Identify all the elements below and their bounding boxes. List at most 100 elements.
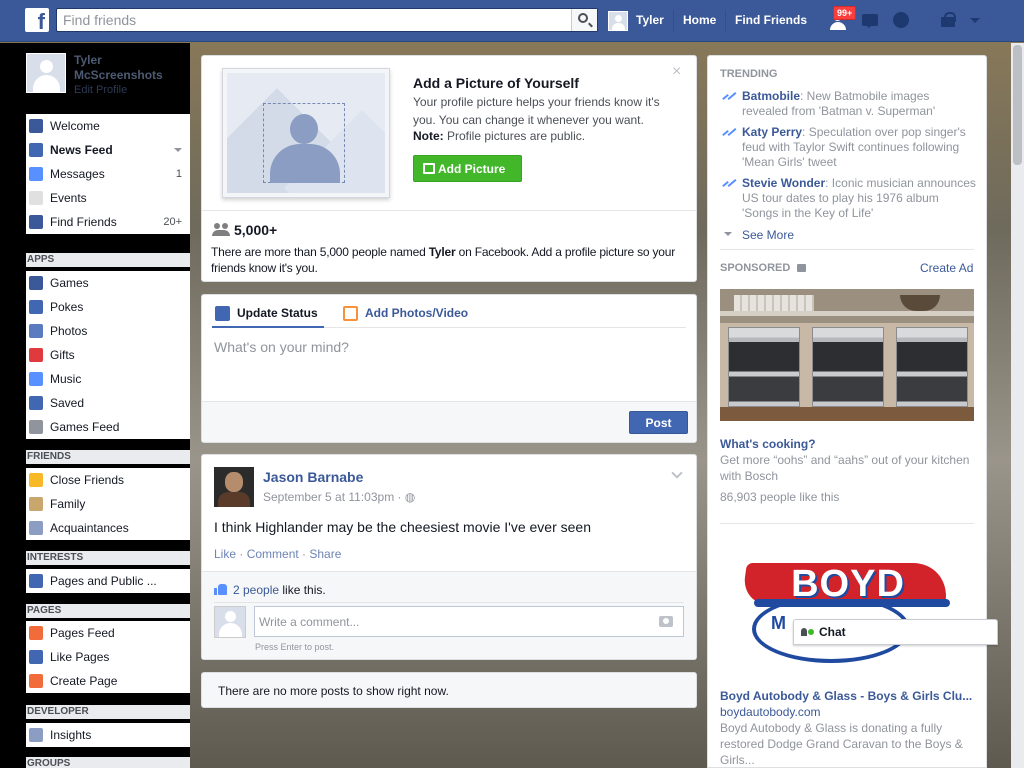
tab-update-status[interactable]: Update Status (215, 306, 318, 321)
sidebar-item-welcome[interactable]: Welcome (26, 114, 190, 138)
nav-find-friends-link[interactable]: Find Friends (735, 13, 807, 27)
profile-picture-placeholder[interactable] (222, 68, 390, 198)
search-input[interactable] (57, 9, 567, 31)
tab-label: Add Photos/Video (365, 306, 469, 320)
sidebar-item-music[interactable]: Music (26, 367, 190, 391)
ad-title[interactable]: Boyd Autobody & Glass - Boys & Girls Clu… (720, 689, 976, 703)
share-button[interactable]: Share (309, 547, 341, 561)
sidebar-item-news-feed[interactable]: News Feed (26, 138, 190, 162)
sidebar-item-saved[interactable]: Saved (26, 391, 190, 415)
sidebar-item-messages[interactable]: Messages 1 (26, 162, 190, 186)
sidebar-item-pages-and-public[interactable]: Pages and Public ... (26, 569, 190, 593)
sidebar-item-acquaintances[interactable]: Acquaintances (26, 516, 190, 540)
add-picture-button[interactable]: Add Picture (413, 155, 522, 182)
sidebar-apps-title: APPS (26, 253, 190, 267)
ad-title[interactable]: What's cooking? (720, 437, 976, 451)
sidebar-item-label: Pages Feed (50, 626, 115, 640)
tab-add-photos[interactable]: Add Photos/Video (343, 306, 469, 321)
sponsored-title: SPONSORED (720, 262, 791, 274)
status-input[interactable] (214, 339, 684, 389)
sidebar-item-label: Insights (50, 728, 92, 742)
nav-home-link[interactable]: Home (683, 13, 716, 27)
post-timestamp[interactable]: September 5 at 11:03pm · ◍ (263, 490, 415, 504)
add-picture-label: Add Picture (438, 161, 506, 176)
facebook-logo-icon[interactable]: f (25, 8, 49, 32)
likes-suffix: like this. (279, 583, 326, 597)
camera-icon[interactable] (659, 616, 673, 627)
nav-profile-link[interactable] (608, 10, 628, 32)
sidebar-item-pages-feed[interactable]: Pages Feed (26, 621, 190, 645)
notifications-globe-icon[interactable] (891, 10, 913, 32)
create-ad-link[interactable]: Create Ad (920, 261, 973, 275)
post-options-chevron-down-icon[interactable] (671, 467, 683, 479)
privacy-shortcuts-icon[interactable] (937, 10, 959, 32)
see-more-link[interactable]: See More (742, 228, 794, 242)
post-text: I think Highlander may be the cheesiest … (214, 519, 591, 535)
ad-image-kitchen[interactable] (720, 289, 974, 421)
tab-label: Update Status (237, 306, 318, 320)
camera-icon (343, 306, 358, 321)
sidebar-item-gifts[interactable]: Gifts (26, 343, 190, 367)
post-button[interactable]: Post (629, 411, 688, 434)
saved-icon (29, 396, 43, 410)
sidebar-item-games[interactable]: Games (26, 271, 190, 295)
sidebar-friends: Close Friends Family Acquaintances (26, 468, 190, 540)
chat-tab[interactable]: Chat (793, 619, 998, 645)
post-feedback: 2 people like this. Press Enter to post. (202, 571, 696, 659)
comment-input[interactable] (255, 607, 650, 636)
card-title: Add a Picture of Yourself (413, 75, 579, 91)
trending-topic[interactable]: Stevie Wonder (742, 176, 825, 190)
sidebar-item-like-pages[interactable]: Like Pages (26, 645, 190, 669)
active-tab-indicator (212, 326, 324, 328)
note-text: Profile pictures are public. (443, 129, 586, 143)
trending-item[interactable]: Stevie Wonder: Iconic musician announces… (720, 176, 976, 221)
sidebar-item-events[interactable]: Events (26, 186, 190, 210)
messages-icon[interactable] (860, 10, 882, 32)
page-scrollbar[interactable] (1011, 43, 1024, 768)
post-author[interactable]: Jason Barnabe (263, 469, 363, 485)
trending-arrow-icon (722, 92, 737, 101)
sidebar-item-close-friends[interactable]: Close Friends (26, 468, 190, 492)
pages-feed-icon (29, 626, 43, 640)
sidebar-item-insights[interactable]: Insights (26, 723, 190, 747)
edit-profile-link[interactable]: Edit Profile (74, 84, 127, 96)
sidebar-item-create-page[interactable]: Create Page (26, 669, 190, 693)
sidebar-item-family[interactable]: Family (26, 492, 190, 516)
ad-logo-boyd[interactable]: BOYD M (741, 555, 951, 665)
trending-topic[interactable]: Katy Perry (742, 125, 802, 139)
ad-url[interactable]: boydautobody.com (720, 705, 821, 719)
nav-divider (673, 10, 674, 32)
sidebar-item-count: 1 (175, 168, 182, 180)
sidebar-item-label: Photos (50, 324, 88, 338)
search-icon (578, 13, 588, 23)
profile-avatar[interactable] (26, 53, 66, 93)
trending-item[interactable]: Batmobile: New Batmobile images revealed… (720, 89, 976, 119)
insights-icon (29, 728, 43, 742)
scrollbar-thumb[interactable] (1013, 45, 1022, 165)
music-icon (29, 372, 43, 386)
feed-end-message: There are no more posts to show right no… (201, 672, 697, 708)
nav-user-name[interactable]: Tyler (636, 13, 664, 27)
comment-button[interactable]: Comment (247, 547, 299, 561)
like-button[interactable]: Like (214, 547, 236, 561)
sidebar-item-pokes[interactable]: Pokes (26, 295, 190, 319)
note-label: Note: (413, 129, 444, 143)
trending-item[interactable]: Katy Perry: Speculation over pop singer'… (720, 125, 976, 170)
sidebar-item-games-feed[interactable]: Games Feed (26, 415, 190, 439)
profile-name[interactable]: Tyler McScreenshots (74, 53, 174, 83)
sidebar-item-label: Games (50, 276, 89, 290)
account-menu-chevron-down-icon[interactable] (970, 18, 980, 28)
like-icon (29, 650, 43, 664)
controller-icon (29, 420, 43, 434)
chevron-down-icon[interactable] (174, 148, 182, 156)
globe-icon: ◍ (404, 490, 416, 504)
trending-arrow-icon (722, 128, 737, 137)
likes-link[interactable]: 2 people (233, 583, 279, 597)
trending-topic[interactable]: Batmobile (742, 89, 800, 103)
author-avatar[interactable] (214, 467, 254, 507)
photo-icon (423, 163, 435, 174)
sidebar-item-photos[interactable]: Photos (26, 319, 190, 343)
close-icon[interactable]: × (672, 63, 681, 81)
search-button[interactable] (571, 9, 597, 31)
sidebar-item-find-friends[interactable]: Find Friends 20+ (26, 210, 190, 234)
